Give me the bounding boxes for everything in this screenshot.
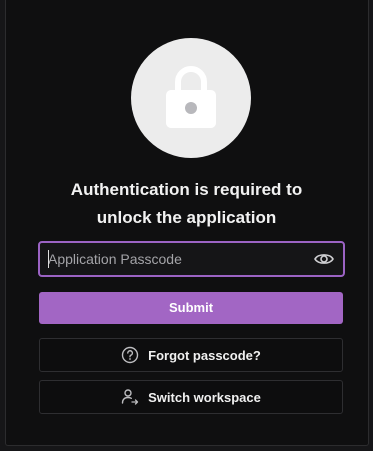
user-switch-icon <box>121 389 139 405</box>
forgot-passcode-button[interactable]: Forgot passcode? <box>39 338 343 372</box>
submit-button[interactable]: Submit <box>39 292 343 324</box>
switch-workspace-label: Switch workspace <box>148 389 261 405</box>
forgot-passcode-label: Forgot passcode? <box>148 347 261 363</box>
text-caret <box>48 250 49 268</box>
switch-workspace-button[interactable]: Switch workspace <box>39 380 343 414</box>
help-circle-icon <box>121 346 139 364</box>
passcode-field[interactable] <box>38 241 345 277</box>
lock-icon <box>166 66 216 128</box>
heading-line-1: Authentication is required to <box>70 180 303 199</box>
eye-icon[interactable] <box>314 250 334 268</box>
lock-badge <box>131 38 251 158</box>
heading-line-2: unlock the application <box>96 208 277 227</box>
auth-heading: Authentication is required to unlock the… <box>0 176 373 232</box>
passcode-input[interactable] <box>48 243 308 275</box>
